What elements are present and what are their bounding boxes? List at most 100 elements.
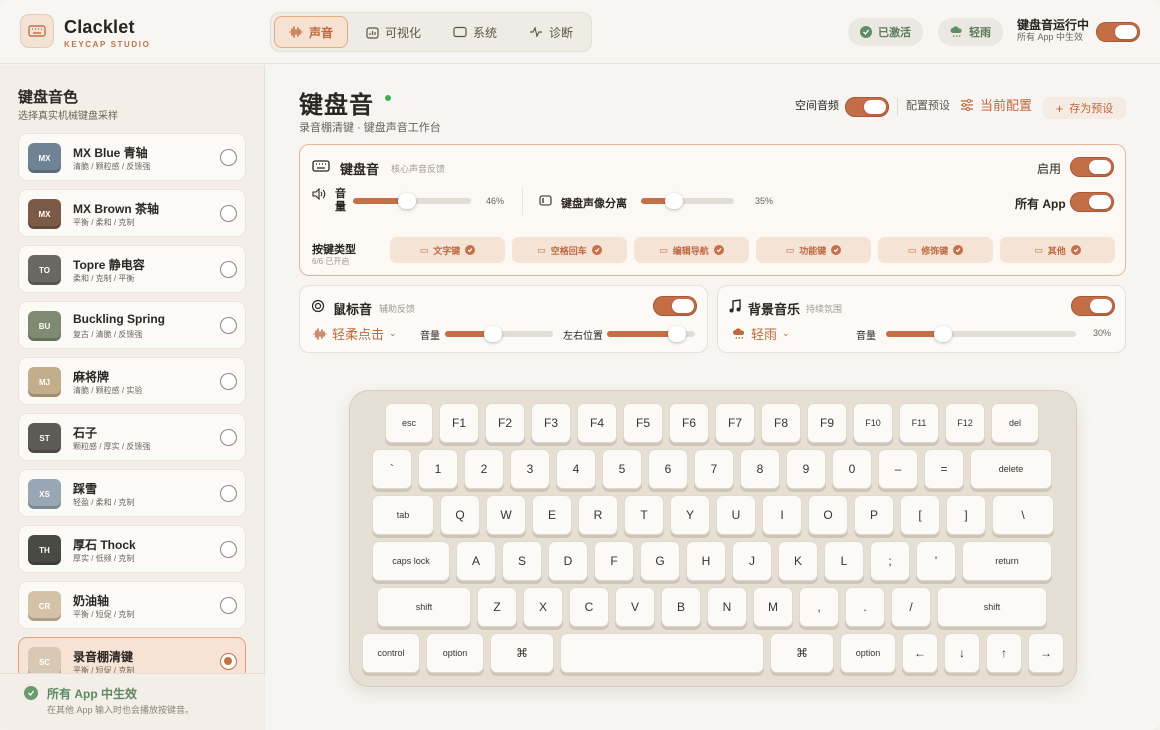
key[interactable]: 5 [602, 449, 642, 489]
key[interactable]: B [661, 587, 701, 627]
space-key[interactable] [560, 633, 764, 673]
key[interactable]: F5 [623, 403, 663, 443]
key[interactable]: W [486, 495, 526, 535]
key[interactable]: S [502, 541, 542, 581]
key[interactable]: H [686, 541, 726, 581]
radio-button[interactable] [220, 541, 237, 558]
key[interactable]: 4 [556, 449, 596, 489]
radio-button[interactable] [220, 373, 237, 390]
key[interactable]: F2 [485, 403, 525, 443]
current-config-button[interactable]: 当前配置 [960, 95, 1032, 114]
sound-item[interactable]: MX MX Brown 茶轴 平衡 / 柔和 / 克制 [18, 189, 246, 237]
key[interactable]: 6 [648, 449, 688, 489]
radio-button[interactable] [220, 485, 237, 502]
key-type-chip[interactable]: ▭ 修饰键 [878, 237, 993, 263]
radio-button[interactable] [220, 597, 237, 614]
key[interactable]: I [762, 495, 802, 535]
key[interactable]: V [615, 587, 655, 627]
key[interactable]: F6 [669, 403, 709, 443]
radio-button[interactable] [220, 317, 237, 334]
key[interactable]: C [569, 587, 609, 627]
key[interactable]: ⌘ [770, 633, 834, 673]
key[interactable]: option [426, 633, 484, 673]
key[interactable]: Y [670, 495, 710, 535]
key[interactable]: U [716, 495, 756, 535]
key[interactable]: F9 [807, 403, 847, 443]
key[interactable]: → [1028, 633, 1064, 673]
key[interactable]: , [799, 587, 839, 627]
music-volume-knob[interactable] [934, 326, 952, 342]
stereo-slider[interactable] [641, 193, 734, 209]
key[interactable]: ] [946, 495, 986, 535]
tab-system[interactable]: 系统 [439, 16, 511, 48]
sound-item[interactable]: MX MX Blue 青轴 清脆 / 颗粒感 / 反馈强 [18, 133, 246, 181]
radio-button[interactable] [220, 205, 237, 222]
sound-item[interactable]: CR 奶油轴 平衡 / 短促 / 克制 [18, 581, 246, 629]
key[interactable]: del [991, 403, 1039, 443]
all-apps-toggle[interactable] [1070, 192, 1114, 212]
key-type-chip[interactable]: ▭ 其他 [1000, 237, 1115, 263]
key-type-chip[interactable]: ▭ 空格回车 [512, 237, 627, 263]
key[interactable]: K [778, 541, 818, 581]
tab-diagnose[interactable]: 诊断 [515, 16, 587, 48]
key[interactable]: 1 [418, 449, 458, 489]
enable-toggle[interactable] [1070, 157, 1114, 177]
key[interactable]: T [624, 495, 664, 535]
key[interactable]: shift [377, 587, 471, 627]
key[interactable]: 0 [832, 449, 872, 489]
key[interactable]: F [594, 541, 634, 581]
save-preset-button[interactable]: + 存为预设 [1043, 97, 1126, 119]
key[interactable]: O [808, 495, 848, 535]
weather-badge[interactable]: 轻雨 [938, 18, 1003, 46]
activated-badge[interactable]: 已激活 [848, 18, 923, 46]
sound-item[interactable]: BU Buckling Spring 复古 / 清脆 / 反馈强 [18, 301, 246, 349]
key[interactable]: 9 [786, 449, 826, 489]
key[interactable]: = [924, 449, 964, 489]
key[interactable]: shift [937, 587, 1047, 627]
music-volume-slider[interactable] [886, 326, 1076, 342]
key[interactable]: A [456, 541, 496, 581]
sound-item[interactable]: MJ 麻将牌 清脆 / 颗粒感 / 实验 [18, 357, 246, 405]
key[interactable]: F10 [853, 403, 893, 443]
sound-item[interactable]: TH 厚石 Thock 厚实 / 低频 / 克制 [18, 525, 246, 573]
key[interactable]: ' [916, 541, 956, 581]
key[interactable]: 3 [510, 449, 550, 489]
sound-item[interactable]: TO Topre 静电容 柔和 / 克制 / 平衡 [18, 245, 246, 293]
key[interactable]: F12 [945, 403, 985, 443]
volume-slider[interactable] [353, 193, 471, 209]
key[interactable]: / [891, 587, 931, 627]
radio-button[interactable] [220, 149, 237, 166]
key[interactable]: P [854, 495, 894, 535]
key[interactable]: D [548, 541, 588, 581]
key[interactable]: \ [992, 495, 1054, 535]
music-toggle[interactable] [1071, 296, 1115, 316]
key[interactable]: esc [385, 403, 433, 443]
key[interactable]: [ [900, 495, 940, 535]
key[interactable]: ⌘ [490, 633, 554, 673]
mouse-sound-toggle[interactable] [653, 296, 697, 316]
key[interactable]: 7 [694, 449, 734, 489]
key-type-chip[interactable]: ▭ 编辑导航 [634, 237, 749, 263]
key-type-chip[interactable]: ▭ 文字键 [390, 237, 505, 263]
key[interactable]: ← [902, 633, 938, 673]
mouse-volume-slider[interactable] [445, 326, 553, 342]
key[interactable]: – [878, 449, 918, 489]
pan-slider[interactable] [607, 326, 695, 342]
radio-button[interactable] [220, 429, 237, 446]
key[interactable]: return [962, 541, 1052, 581]
key[interactable]: F3 [531, 403, 571, 443]
key[interactable]: F4 [577, 403, 617, 443]
key[interactable]: F11 [899, 403, 939, 443]
key[interactable]: N [707, 587, 747, 627]
music-preset-dropdown[interactable]: 轻雨 ⌄ [732, 324, 790, 343]
tab-sound[interactable]: 声音 [274, 16, 349, 48]
key[interactable]: ↓ [944, 633, 980, 673]
key[interactable]: Z [477, 587, 517, 627]
key[interactable]: caps lock [372, 541, 450, 581]
key[interactable]: X [523, 587, 563, 627]
key[interactable]: F7 [715, 403, 755, 443]
key[interactable]: option [840, 633, 896, 673]
mouse-volume-knob[interactable] [483, 326, 502, 342]
key[interactable]: control [362, 633, 420, 673]
key[interactable]: tab [372, 495, 434, 535]
